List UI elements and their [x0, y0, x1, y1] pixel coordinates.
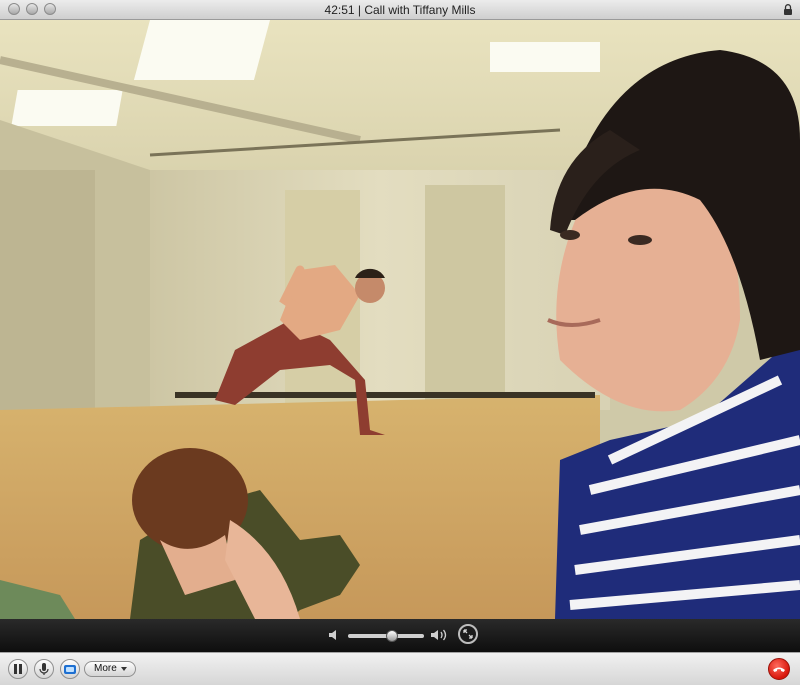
end-call-icon	[773, 667, 785, 672]
ceiling-light	[11, 90, 123, 126]
end-call-button[interactable]	[768, 658, 790, 680]
pause-button[interactable]	[8, 659, 28, 679]
fullscreen-button[interactable]	[458, 624, 478, 644]
ceiling-light	[133, 20, 270, 80]
chevron-down-icon	[120, 667, 127, 671]
lock-icon	[784, 4, 792, 15]
volume-high-icon[interactable]	[430, 628, 448, 642]
title-bar: 42:51 | Call with Tiffany Mills	[0, 0, 800, 20]
window-title: 42:51 | Call with Tiffany Mills	[324, 3, 476, 17]
mute-microphone-button[interactable]	[34, 659, 54, 679]
video-frame	[0, 20, 800, 619]
more-label: More	[94, 663, 117, 674]
camera-button[interactable]	[60, 659, 80, 679]
video-controls	[0, 619, 800, 652]
volume-low-icon[interactable]	[327, 628, 341, 642]
volume-slider-knob[interactable]	[386, 630, 399, 642]
fullscreen-icon	[463, 629, 473, 639]
video-feed[interactable]	[0, 20, 800, 619]
volume-slider[interactable]	[348, 630, 424, 642]
ceiling-light	[490, 42, 600, 72]
more-button[interactable]: More	[84, 661, 136, 677]
camera-icon	[64, 665, 76, 674]
call-toolbar: More	[0, 652, 800, 685]
microphone-icon	[39, 663, 49, 675]
pause-icon	[14, 664, 22, 674]
